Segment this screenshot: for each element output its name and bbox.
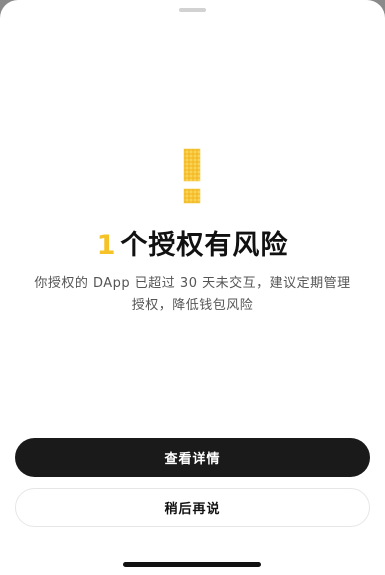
risk-title-text: 个授权有风险 bbox=[120, 230, 289, 261]
risk-description: 你授权的 DApp 已超过 30 天未交互，建议定期管理授权，降低钱包风险 bbox=[34, 276, 351, 313]
risk-title: 1 个授权有风险 bbox=[0, 223, 385, 262]
warning-exclamation-icon bbox=[181, 146, 203, 206]
view-details-button[interactable]: 查看详情 bbox=[15, 438, 370, 477]
home-indicator bbox=[123, 562, 261, 567]
risk-count: 1 bbox=[96, 230, 117, 261]
sheet-grabber[interactable] bbox=[179, 8, 206, 12]
risk-alert-sheet: 1 个授权有风险 你授权的 DApp 已超过 30 天未交互，建议定期管理授权，降… bbox=[0, 0, 385, 575]
later-button[interactable]: 稍后再说 bbox=[15, 488, 370, 527]
